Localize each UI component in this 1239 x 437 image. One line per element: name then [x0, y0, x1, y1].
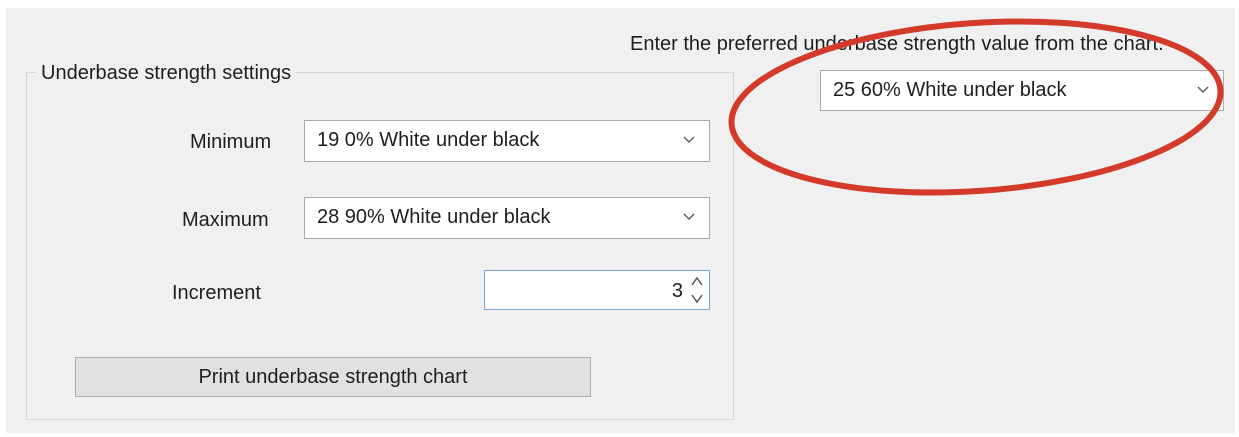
maximum-label: Maximum: [182, 209, 269, 231]
minimum-dropdown[interactable]: 19 0% White under black: [304, 120, 710, 162]
preferred-strength-dropdown[interactable]: 25 60% White under black: [820, 70, 1224, 111]
instruction-text: Enter the preferred underbase strength v…: [630, 33, 1164, 55]
minimum-value: 19 0% White under black: [317, 129, 540, 151]
preferred-strength-value: 25 60% White under black: [833, 79, 1067, 101]
maximum-value: 28 90% White under black: [317, 206, 551, 228]
group-title: Underbase strength settings: [36, 61, 297, 85]
chevron-down-icon: [683, 213, 695, 221]
print-chart-button[interactable]: Print underbase strength chart: [75, 357, 591, 397]
increment-value: 3: [671, 280, 683, 302]
minimum-label: Minimum: [190, 131, 272, 153]
spin-up-icon[interactable]: [688, 273, 706, 290]
chevron-down-icon: [1197, 86, 1209, 94]
maximum-dropdown[interactable]: 28 90% White under black: [304, 197, 710, 239]
increment-label: Increment: [172, 282, 261, 304]
increment-spinner[interactable]: 3: [484, 270, 710, 310]
spin-down-icon[interactable]: [688, 290, 706, 307]
chevron-down-icon: [683, 136, 695, 144]
spin-arrows: [688, 273, 706, 307]
